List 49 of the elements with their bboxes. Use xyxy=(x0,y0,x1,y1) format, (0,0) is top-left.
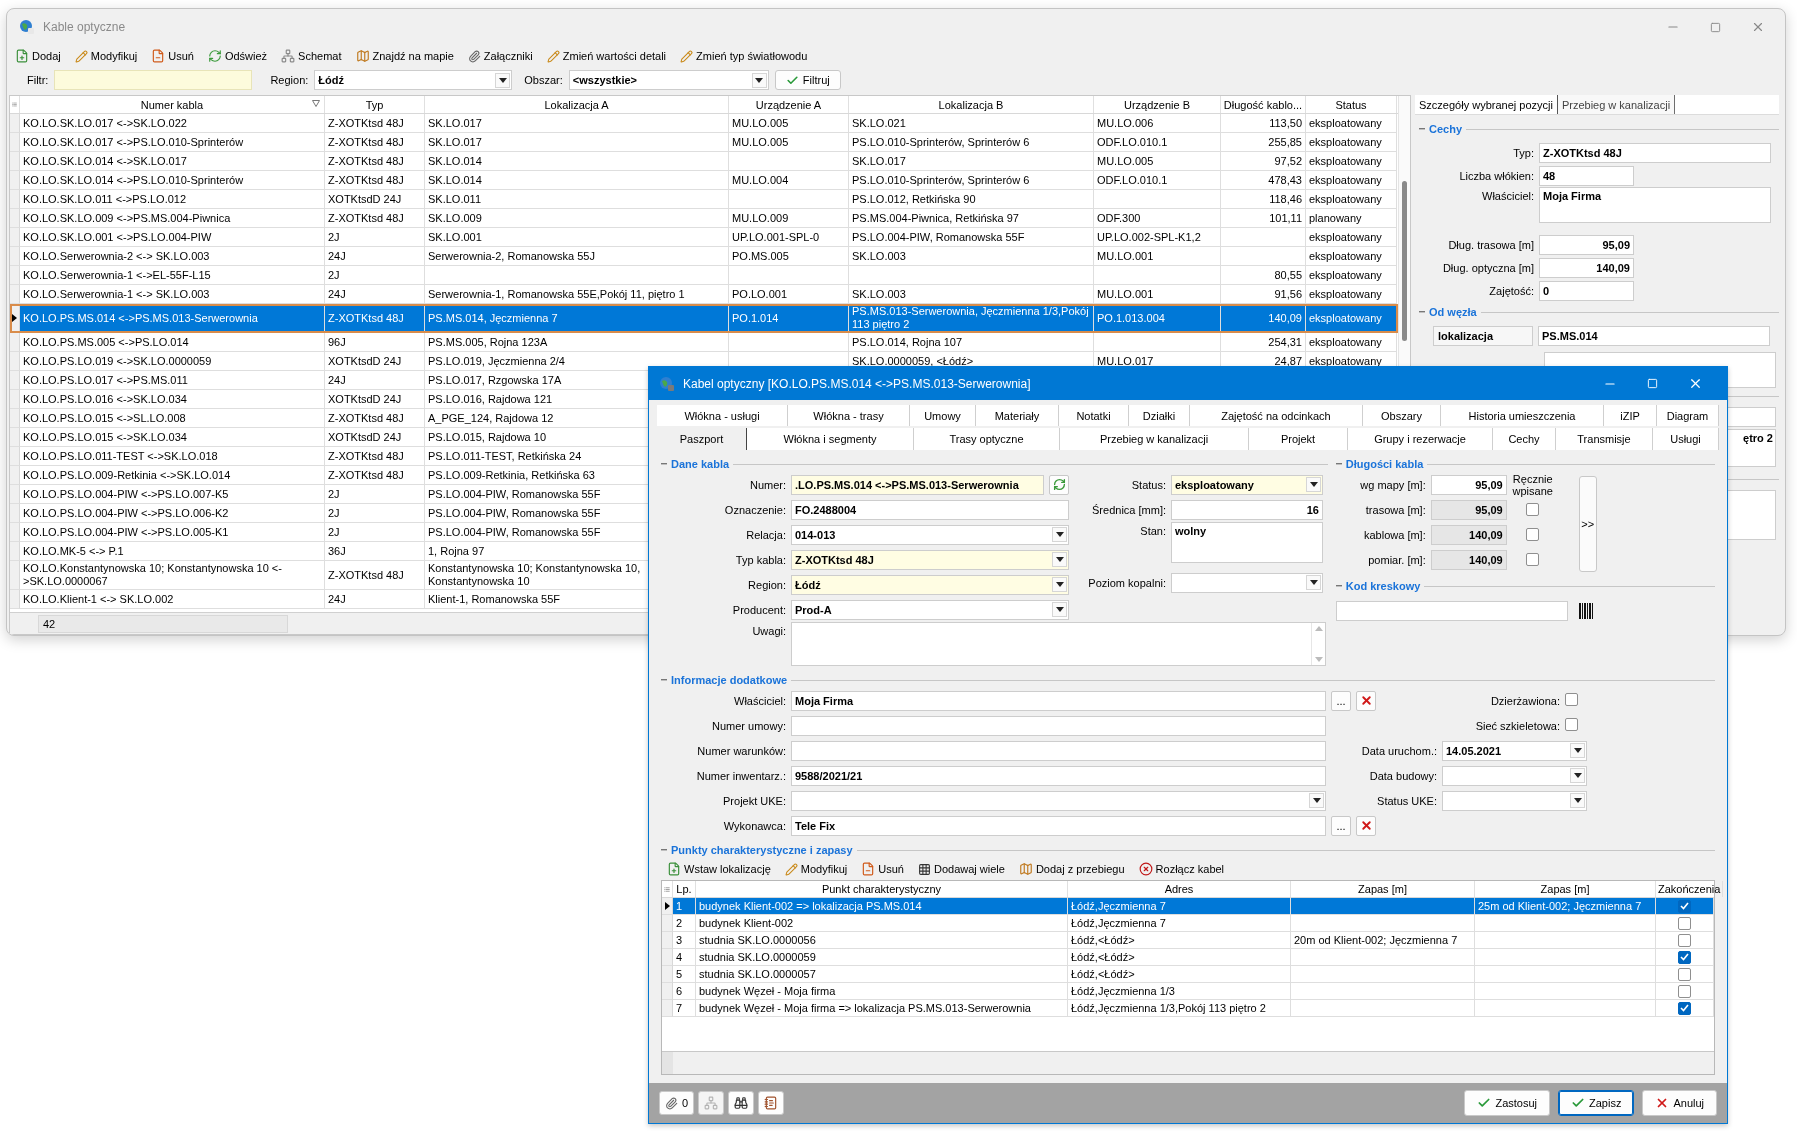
field-label: pomiar. [m]: xyxy=(1367,553,1427,566)
field-label: Data uruchom.: xyxy=(1361,744,1438,757)
field-label: Zajętość: xyxy=(1488,284,1535,297)
field-label: Typ kabla: xyxy=(734,553,787,566)
table-cell: Łódź,Jęczmienna 1/3,Pokój 113 piętro 2 xyxy=(1068,1000,1291,1017)
field-label: Dług. trasowa [m] xyxy=(1447,238,1535,251)
field-label: Relacja: xyxy=(745,528,787,541)
field-label: Numer: xyxy=(748,478,787,491)
section-title: Kod kreskowy xyxy=(1345,580,1421,592)
field-label: kablowa [m]: xyxy=(1362,528,1427,541)
field-label: Wykonawca: xyxy=(722,819,787,832)
table-cell: 7 xyxy=(673,1000,696,1017)
field-label: Numer warunków: xyxy=(696,744,787,757)
field-label: Projekt UKE: xyxy=(722,794,787,807)
field-label: Sieć szkieletowa: xyxy=(1475,719,1561,732)
section-title: Punkty charakterystyczne i zapasy xyxy=(671,844,853,856)
field-label: Status UKE: xyxy=(1377,794,1438,807)
table-cell: 24J xyxy=(325,590,425,609)
section-title: Od węzła xyxy=(1429,306,1477,318)
field-label: Średnica [mm]: xyxy=(1091,503,1167,516)
field-label: Dzierżawiona: xyxy=(1490,694,1561,707)
field-label: Właściciel: xyxy=(733,694,787,707)
section-title: Długości kabla xyxy=(1345,458,1424,470)
field-label: Filtr: xyxy=(27,74,49,86)
column-header: Ręcznie wpisane xyxy=(1511,472,1554,497)
field-label: Stan: xyxy=(1139,524,1167,537)
section-title: Cechy xyxy=(1429,123,1463,135)
field-label: Region: xyxy=(270,74,309,86)
field-label: Dług. optyczna [m] xyxy=(1441,261,1535,274)
record-count: 42 xyxy=(38,614,288,633)
field-label: lokalizacja xyxy=(1433,326,1533,346)
field-label: Obszar: xyxy=(524,74,563,86)
table-cell: KO.LO.Klient-1 <-> SK.LO.002 xyxy=(20,590,325,609)
field-label: wg mapy [m]: xyxy=(1359,478,1427,491)
field-label: trasowa [m]: xyxy=(1364,503,1427,516)
window-title: Kable optyczne xyxy=(43,20,127,34)
field-label: Liczba włókien: xyxy=(1458,169,1535,182)
section-title: Informacje dodatkowe xyxy=(671,674,788,686)
field-label: Data budowy: xyxy=(1369,769,1438,782)
field-label: Numer inwentarz.: xyxy=(695,769,787,782)
field-label: Typ: xyxy=(1512,146,1535,159)
field-label: Uwagi: xyxy=(751,624,787,637)
field-label: Właściciel: xyxy=(1481,189,1535,202)
field-label: Status: xyxy=(1130,478,1167,491)
table-cell: budynek Węzeł - Moja firma => lokalizacja PS.MS.013-Serwerownia xyxy=(696,1000,1068,1017)
field-label: Numer umowy: xyxy=(711,719,787,732)
field-label: Region: xyxy=(747,578,787,591)
field-label: Producent: xyxy=(731,603,787,616)
field-label: Poziom kopalni: xyxy=(1087,576,1167,589)
